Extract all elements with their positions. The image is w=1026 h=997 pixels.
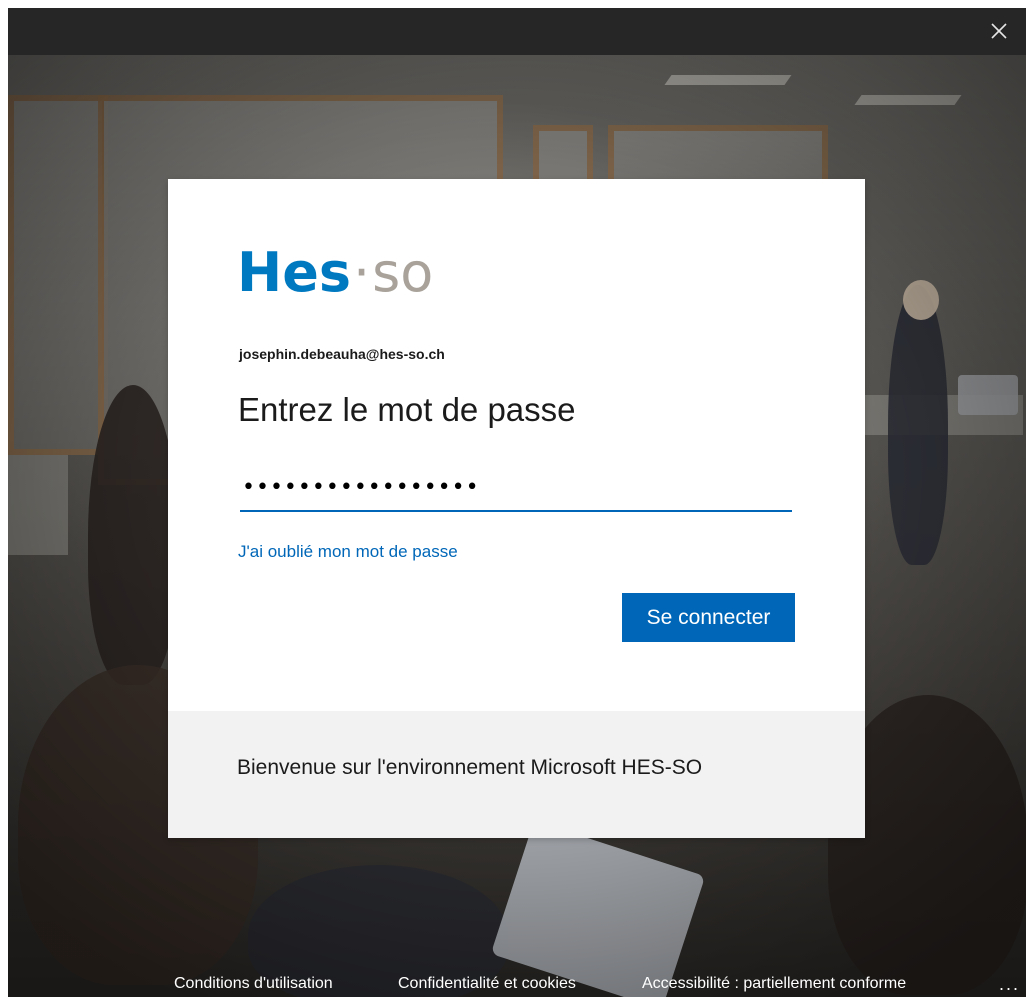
sign-in-button[interactable]: Se connecter — [622, 593, 795, 642]
password-field-wrapper — [240, 466, 792, 512]
sign-in-window: Hes · so josephin.debeauha@hes-so.ch Ent… — [8, 8, 1026, 997]
title-bar — [8, 8, 1026, 55]
welcome-text: Bienvenue sur l'environnement Microsoft … — [237, 756, 703, 779]
page-title: Entrez le mot de passe — [238, 391, 576, 428]
footer: Conditions d'utilisation Confidentialité… — [8, 967, 1026, 997]
close-button[interactable] — [986, 18, 1012, 44]
more-options-button[interactable]: ... — [999, 974, 1020, 995]
terms-of-use-link[interactable]: Conditions d'utilisation — [174, 975, 333, 993]
privacy-cookies-link[interactable]: Confidentialité et cookies — [398, 975, 576, 993]
password-input[interactable] — [240, 466, 792, 508]
forgot-password-link[interactable]: J'ai oublié mon mot de passe — [238, 542, 458, 562]
logo-separator: · — [352, 241, 371, 304]
logo-primary-text: Hes — [237, 241, 351, 304]
close-icon — [991, 23, 1007, 39]
accessibility-link[interactable]: Accessibilité : partiellement conforme — [642, 975, 906, 993]
hes-so-logo: Hes · so — [237, 241, 433, 311]
welcome-banner: Bienvenue sur l'environnement Microsoft … — [168, 711, 865, 838]
account-identity: josephin.debeauha@hes-so.ch — [239, 346, 445, 362]
logo-secondary-text: so — [372, 241, 434, 304]
sign-in-card: Hes · so josephin.debeauha@hes-so.ch Ent… — [168, 179, 865, 838]
